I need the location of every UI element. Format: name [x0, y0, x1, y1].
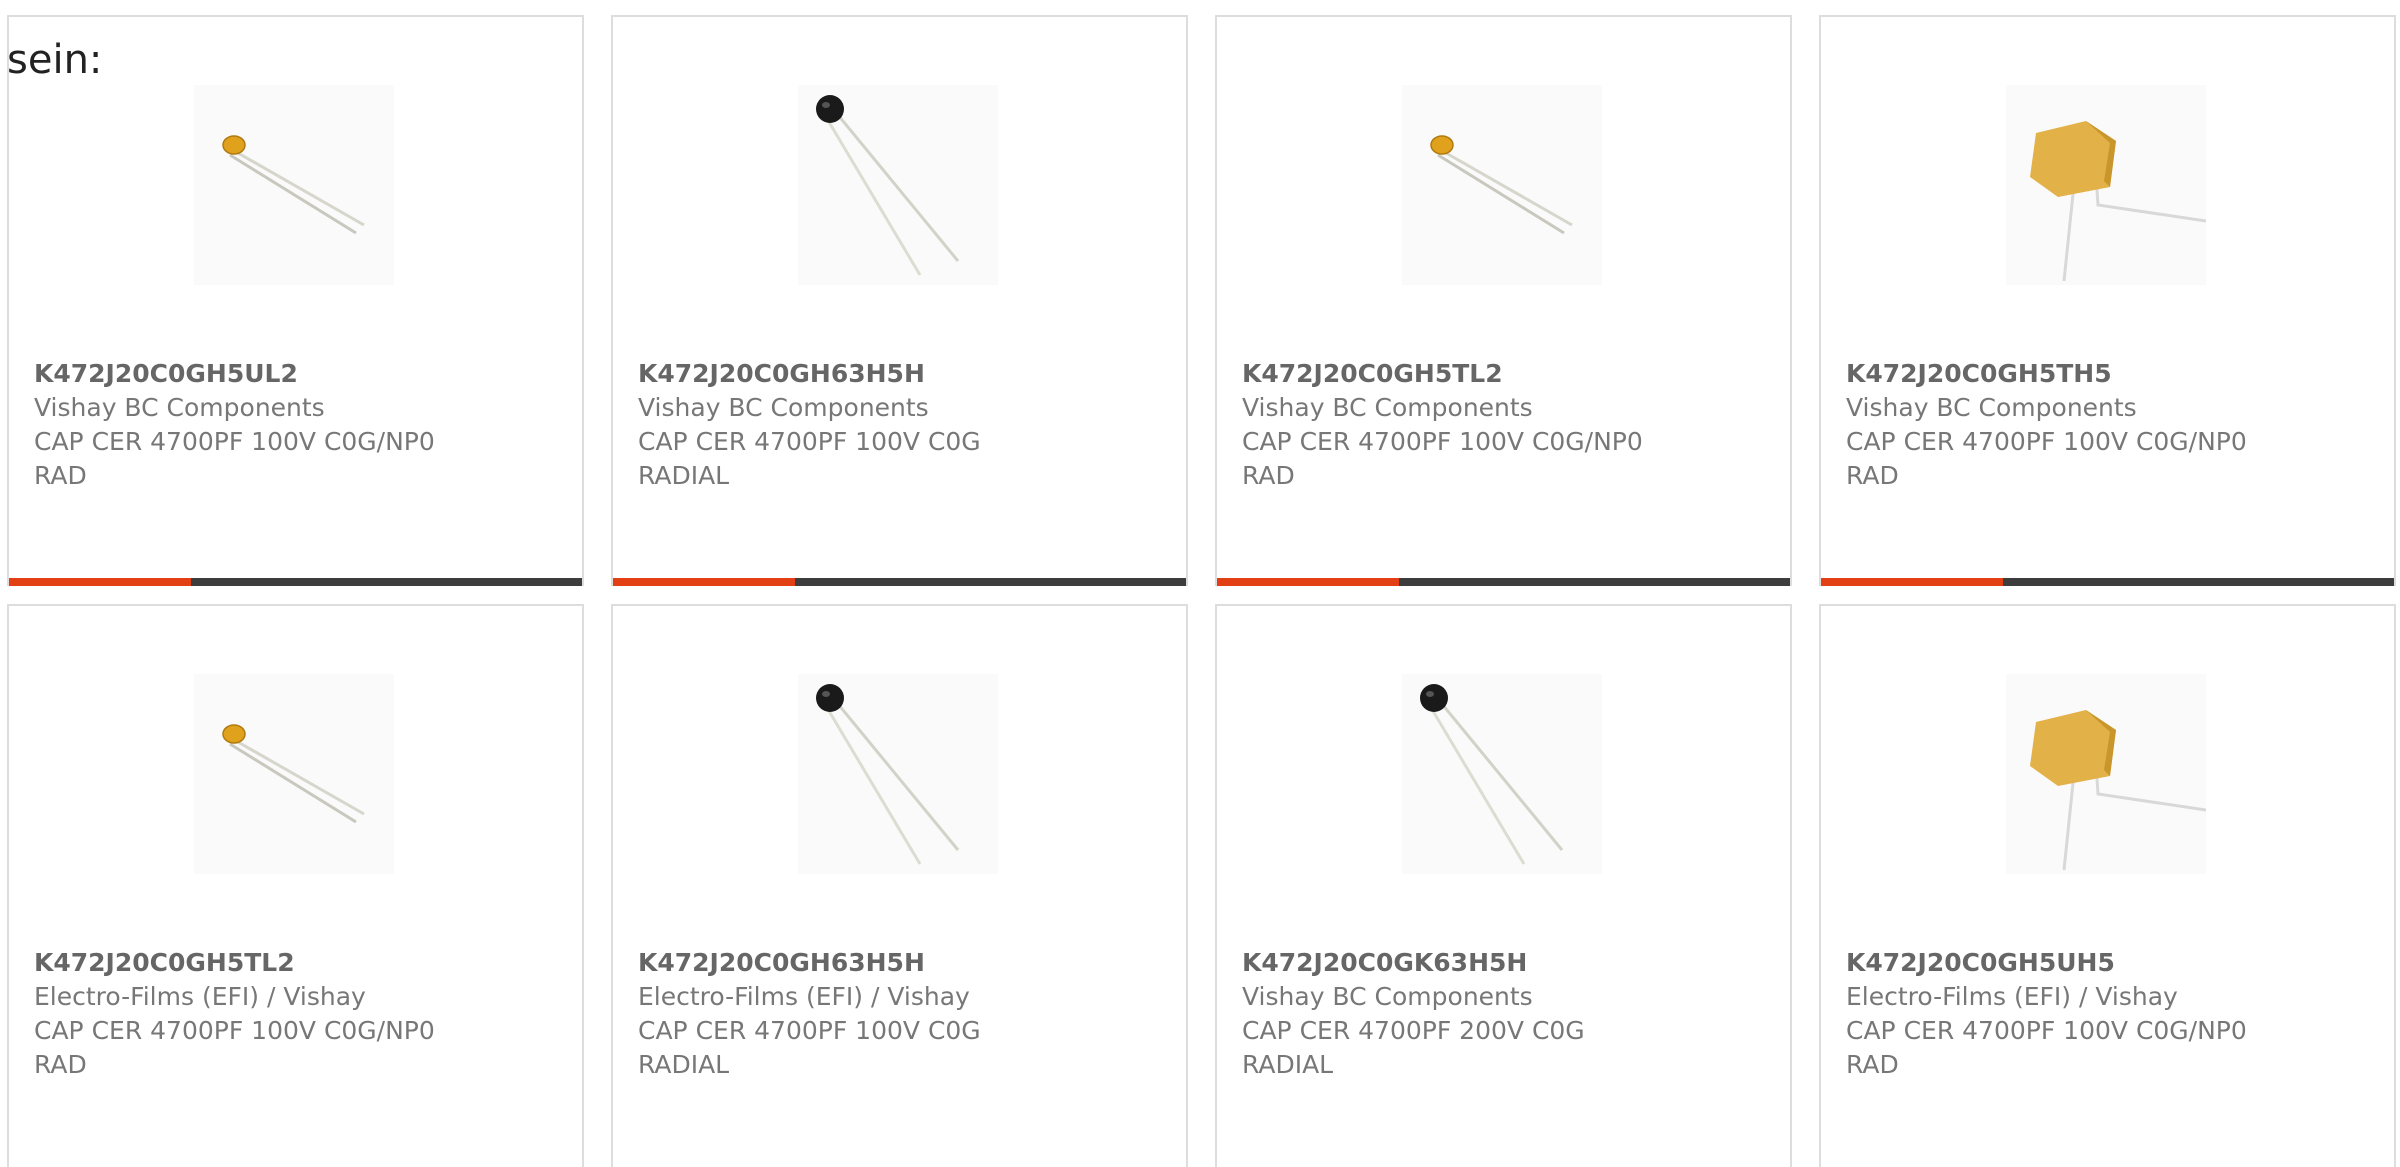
ceramic-disc-capacitor-icon [194, 674, 394, 874]
ceramic-disc-capacitor-icon [194, 85, 394, 285]
product-info: K472J20C0GH5UH5 Electro-Films (EFI) / Vi… [1846, 946, 2366, 1082]
part-number[interactable]: K472J20C0GH5TL2 [34, 946, 554, 980]
card-progress-accent [1821, 578, 2003, 586]
card-progress-bar [9, 578, 582, 586]
manufacturer: Vishay BC Components [1242, 393, 1533, 422]
manufacturer: Electro-Films (EFI) / Vishay [1846, 982, 2178, 1011]
part-number[interactable]: K472J20C0GH5UH5 [1846, 946, 2366, 980]
product-card[interactable]: K472J20C0GH5TH5 Vishay BC Components CAP… [1819, 15, 2396, 586]
manufacturer: Vishay BC Components [1846, 393, 2137, 422]
manufacturer: Vishay BC Components [34, 393, 325, 422]
part-number[interactable]: K472J20C0GH63H5H [638, 357, 1158, 391]
product-info: K472J20C0GH5TL2 Electro-Films (EFI) / Vi… [34, 946, 554, 1082]
description: CAP CER 4700PF 100V C0G/NP0 RAD [1242, 427, 1643, 490]
black-bead-capacitor-icon [1402, 674, 1602, 874]
black-bead-capacitor-icon [798, 85, 998, 285]
part-number[interactable]: K472J20C0GH63H5H [638, 946, 1158, 980]
description: CAP CER 4700PF 100V C0G/NP0 RAD [1846, 1016, 2247, 1079]
manufacturer: Vishay BC Components [1242, 982, 1533, 1011]
product-card[interactable]: K472J20C0GH63H5H Electro-Films (EFI) / V… [611, 604, 1188, 1167]
card-progress-accent [9, 578, 191, 586]
part-number[interactable]: K472J20C0GH5UL2 [34, 357, 554, 391]
card-progress-bar [1821, 578, 2394, 586]
product-grid-page: sein: K472J20C0GH5UL2 Vishay BC Componen… [0, 0, 2400, 1167]
product-card[interactable]: K472J20C0GK63H5H Vishay BC Components CA… [1215, 604, 1792, 1167]
part-number[interactable]: K472J20C0GH5TH5 [1846, 357, 2366, 391]
product-info: K472J20C0GH63H5H Electro-Films (EFI) / V… [638, 946, 1158, 1082]
description: CAP CER 4700PF 100V C0G/NP0 RAD [34, 1016, 435, 1079]
box-capacitor-icon [2006, 674, 2206, 874]
description: CAP CER 4700PF 100V C0G RADIAL [638, 1016, 981, 1079]
black-bead-capacitor-icon [798, 674, 998, 874]
product-info: K472J20C0GH5UL2 Vishay BC Components CAP… [34, 357, 554, 493]
product-card[interactable]: K472J20C0GH5TL2 Electro-Films (EFI) / Vi… [7, 604, 584, 1167]
description: CAP CER 4700PF 100V C0G/NP0 RAD [34, 427, 435, 490]
part-number[interactable]: K472J20C0GH5TL2 [1242, 357, 1762, 391]
intro-text: sein: [7, 37, 103, 83]
description: CAP CER 4700PF 100V C0G/NP0 RAD [1846, 427, 2247, 490]
ceramic-disc-capacitor-icon [1402, 85, 1602, 285]
description: CAP CER 4700PF 200V C0G RADIAL [1242, 1016, 1585, 1079]
product-info: K472J20C0GK63H5H Vishay BC Components CA… [1242, 946, 1762, 1082]
product-card[interactable]: K472J20C0GH5UL2 Vishay BC Components CAP… [7, 15, 584, 586]
product-card[interactable]: K472J20C0GH63H5H Vishay BC Components CA… [611, 15, 1188, 586]
card-progress-bar [613, 578, 1186, 586]
card-progress-bar [1217, 578, 1790, 586]
manufacturer: Vishay BC Components [638, 393, 929, 422]
product-card[interactable]: K472J20C0GH5TL2 Vishay BC Components CAP… [1215, 15, 1792, 586]
card-progress-accent [1217, 578, 1399, 586]
product-card[interactable]: K472J20C0GH5UH5 Electro-Films (EFI) / Vi… [1819, 604, 2396, 1167]
description: CAP CER 4700PF 100V C0G RADIAL [638, 427, 981, 490]
box-capacitor-icon [2006, 85, 2206, 285]
manufacturer: Electro-Films (EFI) / Vishay [638, 982, 970, 1011]
product-info: K472J20C0GH63H5H Vishay BC Components CA… [638, 357, 1158, 493]
card-progress-accent [613, 578, 795, 586]
manufacturer: Electro-Films (EFI) / Vishay [34, 982, 366, 1011]
part-number[interactable]: K472J20C0GK63H5H [1242, 946, 1762, 980]
product-info: K472J20C0GH5TL2 Vishay BC Components CAP… [1242, 357, 1762, 493]
product-info: K472J20C0GH5TH5 Vishay BC Components CAP… [1846, 357, 2366, 493]
